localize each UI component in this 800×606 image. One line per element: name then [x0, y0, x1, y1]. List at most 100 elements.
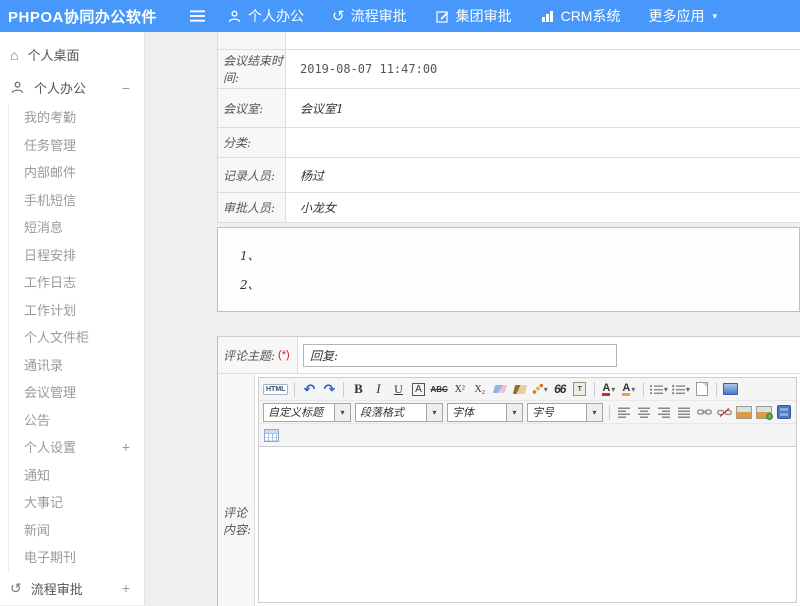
highlight-color-button[interactable]: A▾ [620, 381, 638, 398]
field-value: 会议室1 [286, 89, 800, 127]
sidebar-item-meeting-management[interactable]: 会议管理 [9, 379, 144, 407]
html-source-button[interactable]: HTML [262, 381, 289, 398]
table-row-comment-content: 评论内容: HTML ↶ ↷ B I U A ABC [218, 374, 800, 606]
paste-button[interactable]: T [571, 381, 589, 398]
sidebar-item-personal-office[interactable]: 个人办公 − [0, 71, 144, 104]
font-style-button[interactable]: A [409, 381, 427, 398]
paragraph-format-select[interactable]: 段落格式 ▾ [355, 403, 443, 422]
toolbar-separator [609, 405, 610, 420]
sidebar-item-my-attendance[interactable]: 我的考勤 [9, 104, 144, 132]
fullscreen-button[interactable] [722, 381, 740, 398]
quick-format-button[interactable]: ▾ [531, 381, 549, 398]
main-nav: 个人办公 ↺ 流程审批 集团审批 CRM系统 更多应用 ▾ [227, 6, 717, 26]
custom-heading-select[interactable]: 自定义标题 ▾ [263, 403, 351, 422]
value-cell [286, 32, 800, 49]
sidebar-item-internal-mail[interactable]: 内部邮件 [9, 159, 144, 187]
sidebar-item-label: 手机短信 [24, 187, 130, 215]
insert-image-button[interactable] [735, 404, 753, 421]
sidebar-item-work-log[interactable]: 工作日志 [9, 269, 144, 297]
sidebar-item-e-journal[interactable]: 电子期刊 [9, 544, 144, 572]
sidebar-item-address-book[interactable]: 通讯录 [9, 352, 144, 380]
unordered-list-button[interactable]: ▾ [671, 381, 691, 398]
sidebar-item-short-message[interactable]: 短消息 [9, 214, 144, 242]
hamburger-icon [190, 9, 205, 24]
strikethrough-button[interactable]: ABC [429, 381, 448, 398]
font-color-button[interactable]: A▾ [600, 381, 618, 398]
toolbar-separator [594, 382, 595, 397]
required-mark: (*) [278, 349, 290, 361]
sidebar-item-mobile-sms[interactable]: 手机短信 [9, 187, 144, 215]
nav-item-personal-office[interactable]: 个人办公 [227, 6, 304, 26]
image-add-icon [756, 406, 772, 419]
nav-item-crm-system[interactable]: CRM系统 [540, 6, 621, 26]
insert-link-button[interactable] [695, 404, 713, 421]
insert-table-button[interactable] [262, 427, 280, 444]
label-cell: 评论主题: (*) [218, 337, 298, 373]
sidebar-item-major-events[interactable]: 大事记 [9, 489, 144, 517]
font-family-select[interactable]: 字体 ▾ [447, 403, 523, 422]
note-line: 1、 [240, 242, 799, 271]
sidebar-item-label: 公告 [24, 407, 130, 435]
highlight-icon: A [622, 383, 630, 396]
subscript-button[interactable]: X₂ [471, 381, 489, 398]
image-icon [736, 406, 752, 419]
collapse-toggle-icon[interactable]: − [122, 80, 130, 96]
sidebar-item-personal-desktop[interactable]: ⌂ 个人桌面 [0, 38, 144, 71]
ordered-list-button[interactable]: ▾ [649, 381, 669, 398]
app-title: PHPOA协同办公软件 [0, 6, 190, 27]
sidebar-item-label: 流程审批 [31, 579, 113, 598]
upload-image-button[interactable] [755, 404, 773, 421]
sidebar-item-personal-file-cabinet[interactable]: 个人文件柜 [9, 324, 144, 352]
align-center-button[interactable] [635, 404, 653, 421]
nav-label: 集团审批 [456, 6, 512, 26]
blockquote-button[interactable]: 66 [551, 381, 569, 398]
toolbar-separator [716, 382, 717, 397]
monitor-icon [723, 383, 738, 395]
nav-item-workflow-approval[interactable]: ↺ 流程审批 [332, 6, 407, 26]
bold-button[interactable]: B [349, 381, 367, 398]
unlink-icon [717, 408, 732, 417]
sidebar-item-schedule[interactable]: 日程安排 [9, 242, 144, 270]
history-icon: ↺ [10, 581, 22, 595]
field-value [286, 128, 800, 157]
hamburger-menu-button[interactable] [190, 9, 205, 24]
align-left-button[interactable] [615, 404, 633, 421]
insert-media-button[interactable] [775, 404, 793, 421]
comment-subject-input[interactable] [303, 344, 617, 367]
table-row-meeting-end-time: 会议结束时间: 2019-08-07 11:47:00 [217, 50, 800, 89]
caret-down-icon: ▾ [544, 385, 548, 394]
sidebar-item-workflow-approval[interactable]: ↺ 流程审批 + [0, 572, 144, 605]
sidebar-item-task-management[interactable]: 任务管理 [9, 132, 144, 160]
align-right-button[interactable] [655, 404, 673, 421]
remove-link-button[interactable] [715, 404, 733, 421]
editor-toolbar-row-2: 自定义标题 ▾ 段落格式 ▾ 字体 ▾ 字号 ▾ [259, 400, 796, 423]
sidebar-item-news[interactable]: 新闻 [9, 517, 144, 545]
select-label: 自定义标题 [264, 404, 334, 420]
undo-button[interactable]: ↶ [300, 381, 318, 398]
justify-button[interactable] [675, 404, 693, 421]
new-page-button[interactable] [693, 381, 711, 398]
nav-item-group-approval[interactable]: 集团审批 [435, 6, 512, 26]
sidebar-item-work-plan[interactable]: 工作计划 [9, 297, 144, 325]
editor-content-area[interactable] [259, 446, 796, 602]
expand-toggle-icon[interactable]: + [122, 580, 130, 596]
plus-dot-icon [766, 413, 773, 420]
format-painter-button[interactable] [511, 381, 529, 398]
redo-button[interactable]: ↷ [320, 381, 338, 398]
font-size-select[interactable]: 字号 ▾ [527, 403, 603, 422]
underline-button[interactable]: U [389, 381, 407, 398]
sidebar-item-announcement[interactable]: 公告 [9, 407, 144, 435]
sidebar-item-notification[interactable]: 通知 [9, 462, 144, 490]
remove-format-button[interactable] [491, 381, 509, 398]
italic-button[interactable]: I [369, 381, 387, 398]
sidebar-item-label: 我的考勤 [24, 104, 130, 132]
toolbar-separator [343, 382, 344, 397]
superscript-button[interactable]: X² [451, 381, 469, 398]
html-icon: HTML [263, 384, 288, 395]
expand-toggle-icon[interactable]: + [122, 434, 130, 462]
caret-down-icon: ▾ [686, 385, 690, 394]
nav-item-more-apps[interactable]: 更多应用 ▾ [648, 6, 717, 26]
sidebar-item-label: 大事记 [24, 489, 130, 517]
sidebar-item-personal-settings[interactable]: 个人设置 + [9, 434, 144, 462]
field-label: 分类: [218, 128, 286, 157]
